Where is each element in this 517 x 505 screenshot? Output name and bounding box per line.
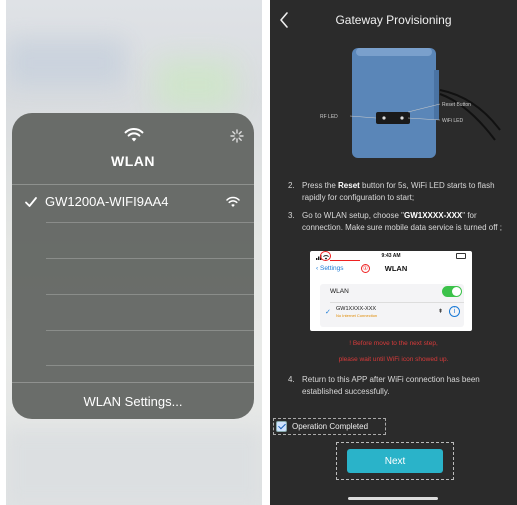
network-name: GW1200A-WIFI9AA4 (45, 194, 169, 209)
rf-led-label: RF LED (320, 114, 338, 120)
divider (12, 184, 254, 185)
background-blur (156, 60, 236, 110)
wlan-settings-screenshot: 9:43 AM ‹ Settings ① WLAN WLAN ✓ GW1XXXX… (310, 251, 472, 331)
checkmark-icon (25, 197, 37, 207)
wlan-toggle-label: WLAN (330, 288, 349, 295)
no-internet-label: No Internet Connection (336, 313, 378, 318)
network-row-empty[interactable] (12, 259, 254, 295)
step-3: 3. Go to WLAN setup, choose "GW1XXXX-XXX… (288, 211, 502, 232)
warning-line-1: ! Before move to the next step, (349, 340, 438, 347)
gateway-device-illustration: RF LED Reset Button WiFi LED (320, 48, 501, 158)
status-time: 9:43 AM (381, 253, 401, 259)
wlan-header: WLAN (384, 264, 408, 273)
wlan-toggle (442, 286, 462, 297)
wifi-signal-icon (226, 196, 240, 207)
loading-spinner-icon (230, 129, 244, 143)
network-name: GW1XXXX-XXX (336, 306, 377, 312)
wifi-led-label: WiFi LED (442, 118, 464, 124)
wlan-title: WLAN (111, 153, 155, 169)
home-indicator (348, 497, 438, 500)
divider (12, 382, 254, 383)
step-4: 4. Return to this APP after WiFi connect… (288, 375, 480, 396)
row-separator (46, 365, 254, 366)
next-button-frame: Next (336, 442, 454, 480)
wifi-icon[interactable] (124, 127, 144, 143)
step-2: 2. Press the Reset button for 5s, WiFi L… (288, 181, 495, 202)
next-button[interactable]: Next (347, 449, 443, 473)
info-icon: i (449, 306, 460, 317)
network-row-selected[interactable]: GW1200A-WIFI9AA4 (12, 186, 254, 222)
operation-completed-label: Operation Completed (292, 422, 369, 431)
reset-button-label: Reset Button (442, 102, 471, 108)
network-row-empty[interactable] (12, 223, 254, 259)
warning-line-2: please wait until WiFi icon showed up. (338, 356, 449, 363)
network-row-empty[interactable] (12, 295, 254, 331)
ios-wlan-panel: WLAN GW1200A-WIFI9AA4 WLAN Settings... (6, 0, 262, 505)
highlight-line (330, 260, 360, 261)
operation-completed-checkbox[interactable]: Operation Completed (273, 418, 386, 435)
gateway-provisioning-screen: Gateway Provisioning RF LED Reset Button… (270, 0, 517, 505)
wlan-control-card: WLAN GW1200A-WIFI9AA4 WLAN Settings... (12, 113, 254, 419)
network-row-empty[interactable] (12, 331, 254, 367)
wlan-settings-button[interactable]: WLAN Settings... (12, 394, 254, 409)
checkbox-icon[interactable] (276, 421, 287, 432)
wifi-signal-icon: ⇞ (438, 309, 444, 315)
checkmark-icon: ✓ (325, 309, 331, 316)
battery-icon (456, 253, 466, 259)
divider (330, 302, 464, 303)
background-blur (6, 38, 126, 88)
page-title: Gateway Provisioning (335, 13, 452, 27)
background-blur (6, 430, 262, 505)
nav-bar: Gateway Provisioning (270, 0, 517, 40)
